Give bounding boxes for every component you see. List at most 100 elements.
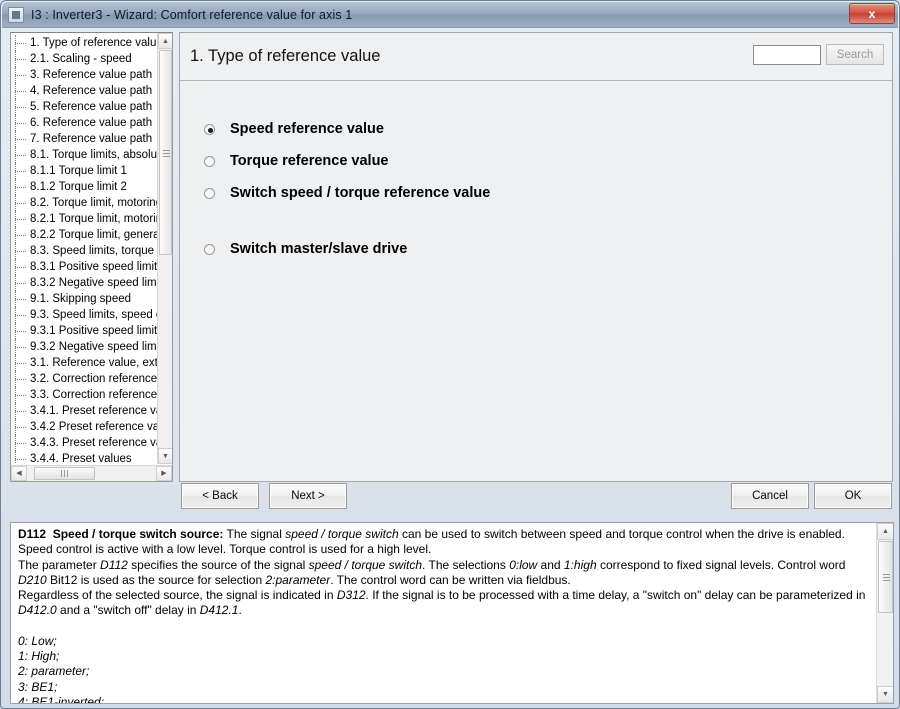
radio-button-icon[interactable] [204,123,215,135]
chevron-down-icon: ▼ [162,452,169,460]
cancel-button[interactable]: Cancel [731,483,809,509]
radio-option-label: Switch master/slave drive [230,241,408,257]
tree-item[interactable]: 3. Reference value path [11,67,159,83]
help-text-panel: D112 Speed / torque switch source: The s… [10,522,894,704]
close-icon[interactable]: x [849,3,895,24]
tree-vertical-scrollbar[interactable]: ▲ ▼ [157,33,172,464]
wizard-button-bar: < Back Next > Cancel OK [179,483,893,521]
help-p2-em-6: 2:parameter [265,572,331,587]
radio-button-icon[interactable] [204,243,215,255]
tree-item[interactable]: 8.2.2 Torque limit, genera [11,227,159,243]
help-text-content: D112 Speed / torque switch source: The s… [11,523,876,703]
tree-item[interactable]: 4. Reference value path [11,83,159,99]
help-vertical-scrollbar[interactable]: ▲ ▼ [876,523,893,703]
back-button[interactable]: < Back [181,483,259,509]
help-p2-text-f: Bit12 is used as the source for selectio… [46,572,266,587]
tree-item[interactable]: 3.4.3. Preset reference va [11,435,159,451]
help-paragraph-2: The parameter D112 specifies the source … [18,558,870,589]
help-scroll-up-button[interactable]: ▲ [877,523,893,540]
page-title: 1. Type of reference value [190,47,381,65]
chevron-up-icon: ▲ [162,37,169,45]
help-p2-em-1: D112 [100,557,128,572]
tree-item[interactable]: 9.3.2 Negative speed limi [11,339,159,355]
help-p2-em-3: 0:low [509,557,538,572]
search-button[interactable]: Search [826,44,884,65]
tree-scroll-left-button[interactable]: ◀ [11,466,27,481]
tree-scroll-up-button[interactable]: ▲ [158,33,172,49]
tree-item[interactable]: 3.4.4. Preset values [11,451,159,463]
search-area: Search [753,44,884,65]
tree-horizontal-scrollbar[interactable]: ◀ ▶ [11,465,172,481]
tree-item[interactable]: 3.4.2 Preset reference va [11,419,159,435]
radio-button-icon[interactable] [204,187,215,199]
help-p2-em-5: D210 [18,572,47,587]
tree-hscroll-thumb[interactable] [34,467,95,480]
chevron-up-icon: ▲ [882,528,889,535]
tree-item[interactable]: 8.1. Torque limits, absolut [11,147,159,163]
help-p1-text-a: The signal [223,527,286,541]
radio-option-1[interactable]: Torque reference value [204,145,892,177]
help-spacer [18,619,870,634]
window-title: I3 : Inverter3 - Wizard: Comfort referen… [31,7,353,22]
tree-item[interactable]: 7. Reference value path [11,131,159,147]
tree-item[interactable]: 3.3. Correction reference [11,387,159,403]
help-p2-text-e: correspond to fixed signal levels. Contr… [596,557,846,572]
tree-item[interactable]: 8.1.2 Torque limit 2 [11,179,159,195]
tree-scroll-thumb[interactable] [159,50,172,255]
radio-button-icon[interactable] [204,155,215,167]
help-option-item: 2: parameter; [18,664,90,679]
title-bar: I3 : Inverter3 - Wizard: Comfort referen… [2,2,898,28]
help-paragraph-3: Regardless of the selected source, the s… [18,588,870,619]
help-option-item: 4: BE1-inverted; [18,694,105,703]
next-button[interactable]: Next > [269,483,347,509]
top-section: 1. Type of reference valu 2.1. Scaling - … [5,30,897,509]
help-paragraph-1: D112 Speed / torque switch source: The s… [18,527,870,558]
tree-scroll-right-button[interactable]: ▶ [156,466,172,481]
help-p2-em-4: 1:high [563,557,597,572]
grip-icon [163,150,170,157]
help-option-list: 0: Low; 1: High; 2: parameter; 3: BE1; 4: BE… [18,634,870,703]
help-scroll-thumb[interactable] [878,541,893,613]
tree-item[interactable]: 3.2. Correction reference [11,371,159,387]
grip-icon [883,574,890,581]
help-p3-em-3: D412.1 [199,603,239,618]
navigation-tree-panel: 1. Type of reference valu 2.1. Scaling - … [10,32,173,482]
help-param-code: D112 [18,527,47,541]
tree-item[interactable]: 9.3. Speed limits, speed c [11,307,159,323]
radio-option-label: Torque reference value [230,153,389,169]
navigation-tree-list[interactable]: 1. Type of reference valu 2.1. Scaling - … [11,33,159,463]
grip-icon [61,470,68,477]
help-p2-text-c: . The selections [422,557,510,572]
tree-item[interactable]: 8.3.1 Positive speed limit [11,259,159,275]
help-p1-em-1: speed / torque switch [285,527,399,541]
reference-value-options: Speed reference value Torque reference va… [180,81,892,265]
ok-button[interactable]: OK [814,483,892,509]
tree-item[interactable]: 8.3.2 Negative speed limi [11,275,159,291]
radio-option-label: Switch speed / torque reference value [230,185,491,201]
tree-item[interactable]: 3.1. Reference value, ext [11,355,159,371]
tree-item[interactable]: 1. Type of reference valu [11,35,159,51]
tree-item[interactable]: 9.3.1 Positive speed limits [11,323,159,339]
tree-item[interactable]: 5. Reference value path [11,99,159,115]
radio-option-0[interactable]: Speed reference value [204,113,892,145]
help-p2-text-g: . The control word can be written via fi… [330,572,571,587]
tree-item[interactable]: 8.1.1 Torque limit 1 [11,163,159,179]
help-scroll-down-button[interactable]: ▼ [877,686,893,703]
tree-scroll-down-button[interactable]: ▼ [158,448,172,464]
tree-item[interactable]: 6. Reference value path [11,115,159,131]
tree-item[interactable]: 8.2. Torque limit, motoring [11,195,159,211]
tree-item[interactable]: 8.2.1 Torque limit, motorin [11,211,159,227]
tree-item[interactable]: 8.3. Speed limits, torque c [11,243,159,259]
radio-option-2[interactable]: Switch speed / torque reference value [204,177,892,209]
client-area: 1. Type of reference valu 2.1. Scaling - … [5,30,897,706]
help-p2-text-a: The parameter [18,557,101,572]
help-p3-text-c: and a "switch off" delay in [56,603,200,618]
wizard-window: I3 : Inverter3 - Wizard: Comfort referen… [0,0,900,709]
tree-item[interactable]: 9.1. Skipping speed [11,291,159,307]
tree-item[interactable]: 3.4.1. Preset reference va [11,403,159,419]
search-input[interactable] [753,44,821,65]
tree-item[interactable]: 2.1. Scaling - speed [11,51,159,67]
help-p2-text-d: and [537,557,564,572]
help-option-item: 3: BE1; [18,679,58,694]
radio-option-3[interactable]: Switch master/slave drive [204,233,892,265]
